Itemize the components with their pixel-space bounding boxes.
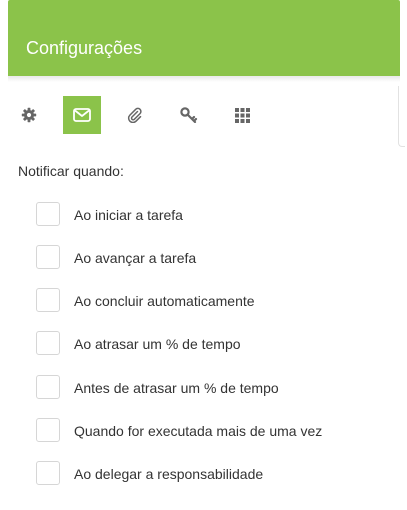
option-on-start[interactable]: Ao iniciar a tarefa xyxy=(36,202,376,228)
tab-general[interactable] xyxy=(10,96,48,134)
option-before-delay-percent[interactable]: Antes de atrasar um % de tempo xyxy=(36,375,376,401)
checkbox[interactable] xyxy=(36,418,60,442)
checkbox[interactable] xyxy=(36,288,60,312)
tab-attachments[interactable] xyxy=(116,96,154,134)
gear-icon xyxy=(21,107,37,123)
settings-panel: Configurações Notificar quando: Ao inici… xyxy=(8,0,407,510)
option-on-auto-complete[interactable]: Ao concluir automaticamente xyxy=(36,288,376,314)
option-label: Ao delegar a responsabilidade xyxy=(74,466,264,482)
paperclip-icon xyxy=(127,107,143,123)
option-label: Ao avançar a tarefa xyxy=(74,250,197,266)
option-on-delegate[interactable]: Ao delegar a responsabilidade xyxy=(36,461,376,487)
page-title: Configurações xyxy=(26,38,143,58)
tab-bar xyxy=(8,96,400,134)
grid-icon xyxy=(234,107,250,123)
key-icon xyxy=(180,107,198,123)
option-label: Quando for executada mais de uma vez xyxy=(74,423,323,439)
panel-header: Configurações xyxy=(8,0,400,76)
option-label: Ao atrasar um % de tempo xyxy=(74,336,241,352)
tab-permissions[interactable] xyxy=(170,96,208,134)
checkbox[interactable] xyxy=(36,461,60,485)
envelope-icon xyxy=(73,108,91,122)
notify-label: Notificar quando: xyxy=(18,163,124,179)
header-shadow xyxy=(8,76,400,82)
option-on-advance[interactable]: Ao avançar a tarefa xyxy=(36,245,376,271)
option-label: Antes de atrasar um % de tempo xyxy=(74,380,279,396)
checkbox[interactable] xyxy=(36,202,60,226)
option-label: Ao concluir automaticamente xyxy=(74,293,255,309)
checkbox[interactable] xyxy=(36,331,60,355)
option-on-delay-percent[interactable]: Ao atrasar um % de tempo xyxy=(36,331,376,357)
option-label: Ao iniciar a tarefa xyxy=(74,207,183,223)
checkbox[interactable] xyxy=(36,375,60,399)
checkbox[interactable] xyxy=(36,245,60,269)
tab-notifications[interactable] xyxy=(63,96,101,134)
tab-more[interactable] xyxy=(223,96,261,134)
option-on-repeat-execution[interactable]: Quando for executada mais de uma vez xyxy=(36,418,376,444)
